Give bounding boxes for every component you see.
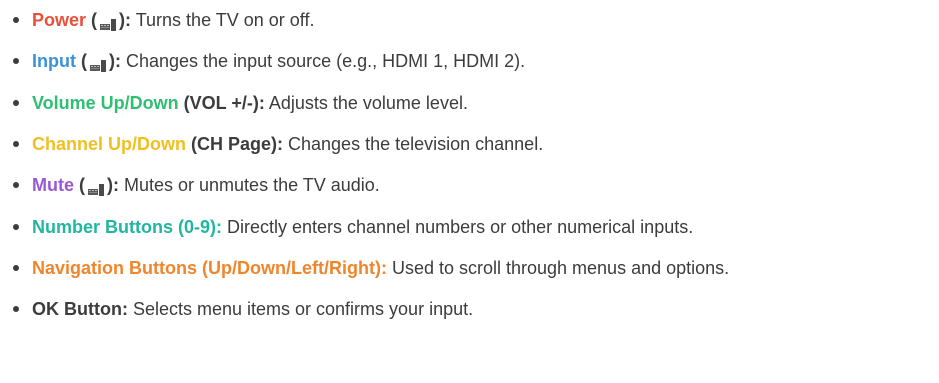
item-name-volume: Volume Up/Down	[32, 93, 179, 113]
item-desc-input: Changes the input source (e.g., HDMI 1, …	[120, 51, 526, 71]
item-desc-power: Turns the TV on or off.	[131, 10, 315, 30]
paren-close: ):	[107, 175, 119, 195]
list-item-input: Input (): Changes the input source (e.g.…	[13, 48, 525, 74]
item-desc-number-buttons: Directly enters channel numbers or other…	[222, 217, 694, 237]
bullet-icon	[13, 58, 19, 65]
paren-close: ):	[108, 51, 121, 71]
remote-button-icon	[89, 54, 107, 73]
bullet-icon	[13, 306, 19, 313]
item-name-ok-button: OK Button:	[32, 299, 128, 319]
list-item-power: Power (): Turns the TV on or off.	[13, 7, 314, 33]
list-item-number-buttons: Number Buttons (0-9): Directly enters ch…	[13, 214, 693, 240]
bullet-icon	[13, 182, 19, 189]
list-item-mute: Mute (): Mutes or unmutes the TV audio.	[13, 172, 380, 198]
remote-button-icon	[99, 13, 117, 32]
item-paren-channel: (CH Page):	[186, 134, 284, 154]
paren-open: (	[74, 175, 85, 195]
paren-open: (	[86, 10, 98, 30]
item-name-power: Power	[32, 10, 87, 30]
remote-buttons-list: Power (): Turns the TV on or off. Input …	[0, 0, 939, 383]
item-desc-navigation-buttons: Used to scroll through menus and options…	[386, 258, 730, 278]
bullet-icon	[13, 17, 19, 24]
item-desc-mute: Mutes or unmutes the TV audio.	[119, 175, 380, 195]
item-name-number-buttons: Number Buttons (0-9):	[32, 217, 222, 237]
item-name-input: Input	[32, 51, 76, 71]
item-name-navigation-buttons: Navigation Buttons (Up/Down/Left/Right):	[32, 258, 387, 278]
bullet-icon	[13, 141, 19, 148]
bullet-icon	[13, 100, 19, 107]
list-item-channel: Channel Up/Down (CH Page): Changes the t…	[13, 131, 543, 157]
list-item-navigation-buttons: Navigation Buttons (Up/Down/Left/Right):…	[13, 255, 729, 281]
item-desc-channel: Changes the television channel.	[283, 134, 544, 154]
paren-open: (	[75, 51, 87, 71]
item-desc-ok-button: Selects menu items or confirms your inpu…	[127, 299, 474, 319]
item-paren-volume: (VOL +/-):	[178, 93, 265, 113]
list-item-ok-button: OK Button: Selects menu items or confirm…	[13, 296, 473, 322]
remote-button-icon	[87, 178, 105, 197]
item-name-channel: Channel Up/Down	[32, 134, 186, 154]
list-item-volume: Volume Up/Down (VOL +/-): Adjusts the vo…	[13, 90, 468, 116]
paren-close: ):	[119, 10, 132, 30]
bullet-icon	[13, 265, 19, 272]
item-desc-volume: Adjusts the volume level.	[264, 93, 468, 113]
bullet-icon	[13, 224, 19, 231]
item-name-mute: Mute	[32, 175, 74, 195]
